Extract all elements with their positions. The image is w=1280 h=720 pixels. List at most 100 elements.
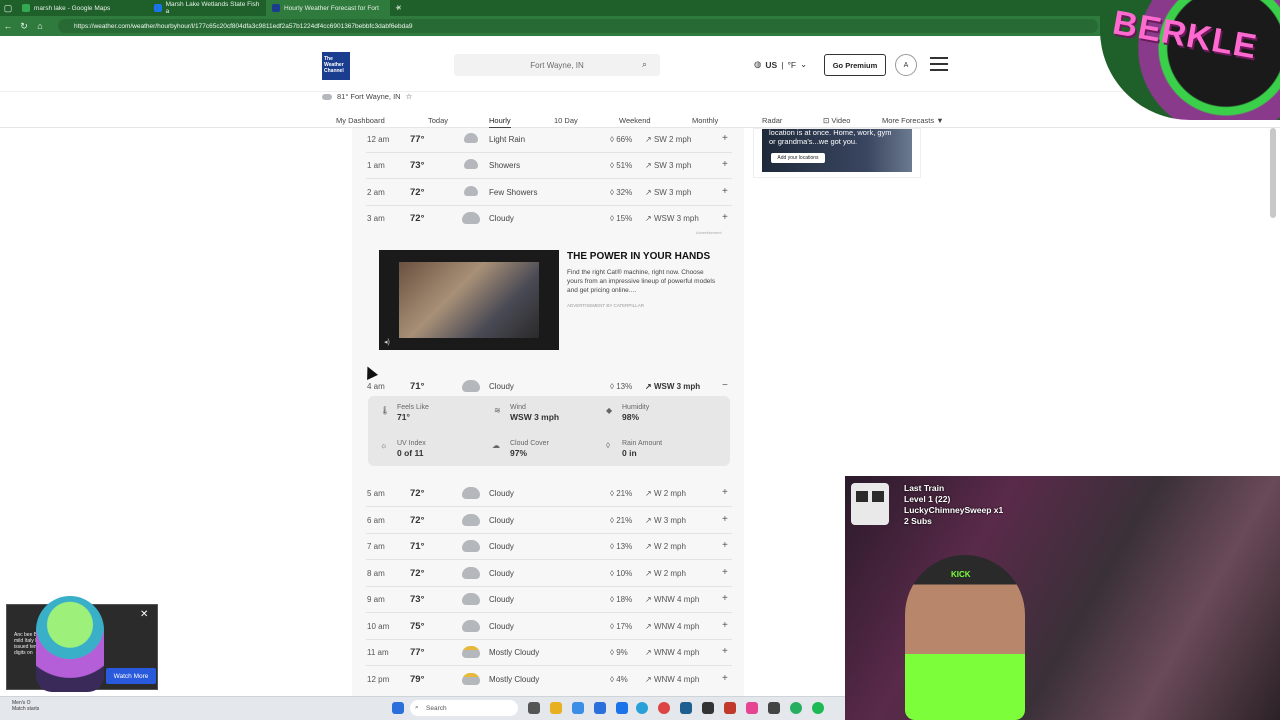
app-icon[interactable] [724, 702, 736, 714]
taskbar-news[interactable]: Men's O Match starts [12, 700, 39, 712]
star-icon[interactable]: ☆ [406, 92, 413, 101]
cloud-cover-detail: Cloud Cover 97% [510, 440, 549, 458]
hourly-row[interactable]: 3 am 72° Cloudy ◊ 15% ↗ WSW 3 mph + [366, 206, 732, 232]
tab-monthly[interactable]: Monthly [692, 116, 718, 125]
expand-icon[interactable]: + [722, 514, 728, 525]
mostly-cloudy-icon [462, 646, 480, 658]
expand-icon[interactable]: + [722, 646, 728, 657]
wind: ↗ W 2 mph [645, 489, 686, 498]
hourly-row[interactable]: 12 am 77° Light Rain ◊ 66% ↗ SW 2 mph + [366, 127, 732, 153]
browser-tab-0[interactable]: marsh lake - Google Maps ✕ [16, 0, 160, 16]
taskbar-search-input[interactable]: ⌕ Search [410, 700, 518, 716]
hour-temp: 72° [410, 515, 425, 526]
hourly-row[interactable]: 7 am 71° Cloudy ◊ 13% ↗ W 2 mph + [366, 534, 732, 560]
app-icon[interactable] [768, 702, 780, 714]
mute-icon[interactable]: ◂) [384, 338, 390, 346]
spotify-icon[interactable] [812, 702, 824, 714]
location-search-input[interactable]: Fort Wayne, IN [454, 54, 660, 76]
hour-condition: Cloudy [489, 542, 514, 551]
news-line: Match starts [12, 706, 40, 712]
home-icon[interactable]: ⌂ [32, 18, 48, 34]
expand-icon[interactable]: + [722, 673, 728, 684]
hour-time: 5 am [367, 489, 385, 498]
tab-today[interactable]: Today [428, 116, 448, 125]
chevron-down-icon: ⌄ [800, 59, 808, 69]
detail-label: Cloud Cover [510, 440, 549, 447]
wind-arrow-icon: ↗ [645, 161, 652, 170]
showers-icon [462, 159, 480, 171]
hourly-row[interactable]: 10 am 75° Cloudy ◊ 17% ↗ WNW 4 mph + [366, 614, 732, 640]
file-explorer-icon[interactable] [550, 702, 562, 714]
tab-my-dashboard[interactable]: My Dashboard [336, 116, 385, 125]
go-premium-button[interactable]: Go Premium [824, 54, 886, 76]
add-locations-button[interactable]: Add your locations [771, 153, 825, 163]
url-field[interactable]: https://weather.com/weather/hourbyhour/l… [58, 19, 1098, 33]
terminal-icon[interactable] [702, 702, 714, 714]
watch-more-button[interactable]: Watch More [106, 668, 156, 684]
browser-tab-1[interactable]: Marsh Lake Wetlands State Fish a ✕ [148, 0, 278, 16]
ad-video-player[interactable]: ◂) [379, 250, 559, 350]
expand-icon[interactable]: + [722, 487, 728, 498]
search-icon[interactable]: ⌕ [642, 59, 647, 70]
hourly-row[interactable]: 2 am 72° Few Showers ◊ 32% ↗ SW 3 mph + [366, 180, 732, 206]
units-selector[interactable]: ◍ US | °F ⌄ [754, 59, 807, 70]
tab-video[interactable]: ⊡ Video [823, 116, 850, 125]
tab-more-forecasts[interactable]: More Forecasts ▼ [882, 116, 944, 125]
raindrop-icon: ◊ [610, 595, 614, 604]
ad-title[interactable]: THE POWER IN YOUR HANDS [567, 251, 710, 262]
hourly-row[interactable]: 6 am 72° Cloudy ◊ 21% ↗ W 3 mph + [366, 508, 732, 534]
wind-arrow-icon: ↗ [645, 516, 652, 525]
expand-icon[interactable]: + [722, 593, 728, 604]
hamburger-menu-icon[interactable] [930, 57, 948, 71]
close-icon[interactable]: ✕ [140, 609, 148, 620]
expand-icon[interactable]: + [722, 212, 728, 223]
cloud-icon [462, 620, 480, 632]
windows-start-icon[interactable] [392, 702, 404, 714]
wind-arrow-icon: ↗ [645, 648, 652, 657]
hour-condition: Mostly Cloudy [489, 675, 540, 684]
app-icon[interactable] [680, 702, 692, 714]
page-scrollbar[interactable] [1270, 128, 1276, 218]
hourly-row[interactable]: 1 am 73° Showers ◊ 51% ↗ SW 3 mph + [366, 153, 732, 179]
rain-chance-value: 13% [616, 382, 633, 391]
collapse-icon[interactable]: − [722, 380, 728, 391]
app-icon[interactable] [790, 702, 802, 714]
expand-icon[interactable]: + [722, 620, 728, 631]
hourly-row[interactable]: 11 am 77° Mostly Cloudy ◊ 9% ↗ WNW 4 mph… [366, 640, 732, 666]
store-icon[interactable] [594, 702, 606, 714]
raindrop-icon: ◊ [610, 135, 614, 144]
expand-icon[interactable]: + [722, 567, 728, 578]
reload-icon[interactable]: ↻ [16, 18, 32, 34]
tab-radar[interactable]: Radar [762, 116, 782, 125]
current-location-text[interactable]: 81° Fort Wayne, IN [337, 92, 401, 101]
alert-subs: 2 Subs [904, 516, 932, 526]
tab-more-forecasts-label: More Forecasts [882, 116, 935, 125]
tab-menu-icon[interactable]: ▢ [0, 0, 16, 16]
hourly-row[interactable]: 8 am 72° Cloudy ◊ 10% ↗ W 2 mph + [366, 561, 732, 587]
expand-icon[interactable]: + [722, 540, 728, 551]
rain-chance: ◊ 10% [610, 569, 632, 578]
rain-chance: ◊ 32% [610, 188, 632, 197]
browser-tab-2[interactable]: Hourly Weather Forecast for Fort ✕ [266, 0, 402, 16]
expand-icon[interactable]: + [722, 159, 728, 170]
hourly-row[interactable]: 12 pm 79° Mostly Cloudy ◊ 4% ↗ WNW 4 mph… [366, 667, 732, 693]
hourly-row[interactable]: 5 am 72° Cloudy ◊ 21% ↗ W 2 mph + [366, 481, 732, 507]
expand-icon[interactable]: + [722, 186, 728, 197]
globe-icon: ◍ [754, 59, 762, 69]
tab-weekend[interactable]: Weekend [619, 116, 651, 125]
weather-channel-logo[interactable]: The Weather Channel [322, 52, 350, 80]
edge-icon[interactable] [636, 702, 648, 714]
tab-10-day[interactable]: 10 Day [554, 116, 578, 125]
app-icon[interactable] [746, 702, 758, 714]
outlook-icon[interactable] [616, 702, 628, 714]
chrome-icon[interactable] [658, 702, 670, 714]
row-divider [366, 559, 732, 560]
right-ad-text: location is at once. Home, work, gym or … [769, 128, 892, 146]
account-avatar[interactable]: A [895, 54, 917, 76]
task-view-icon[interactable] [528, 702, 540, 714]
back-icon[interactable]: ← [0, 18, 16, 34]
close-tab-icon[interactable]: ✕ [396, 4, 402, 12]
mail-icon[interactable] [572, 702, 584, 714]
hourly-row[interactable]: 9 am 73° Cloudy ◊ 18% ↗ WNW 4 mph + [366, 587, 732, 613]
expand-icon[interactable]: + [722, 133, 728, 144]
